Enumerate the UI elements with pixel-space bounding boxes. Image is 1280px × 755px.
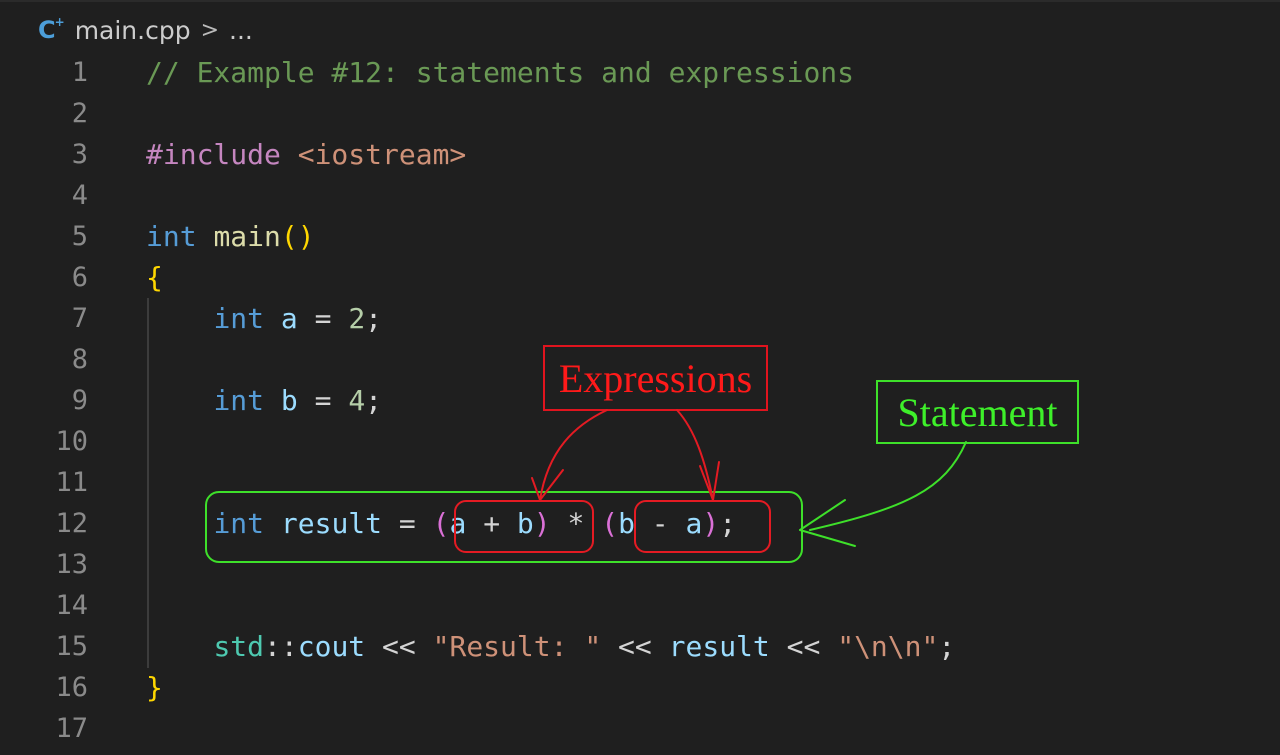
green-arrow-head-1 — [799, 499, 846, 531]
red-arrow-left-head-1 — [531, 477, 541, 501]
green-arrow — [809, 441, 967, 531]
annotation-arrows — [531, 409, 967, 547]
red-arrow-right-head-2 — [712, 461, 720, 501]
green-arrow-head-2 — [799, 529, 856, 547]
